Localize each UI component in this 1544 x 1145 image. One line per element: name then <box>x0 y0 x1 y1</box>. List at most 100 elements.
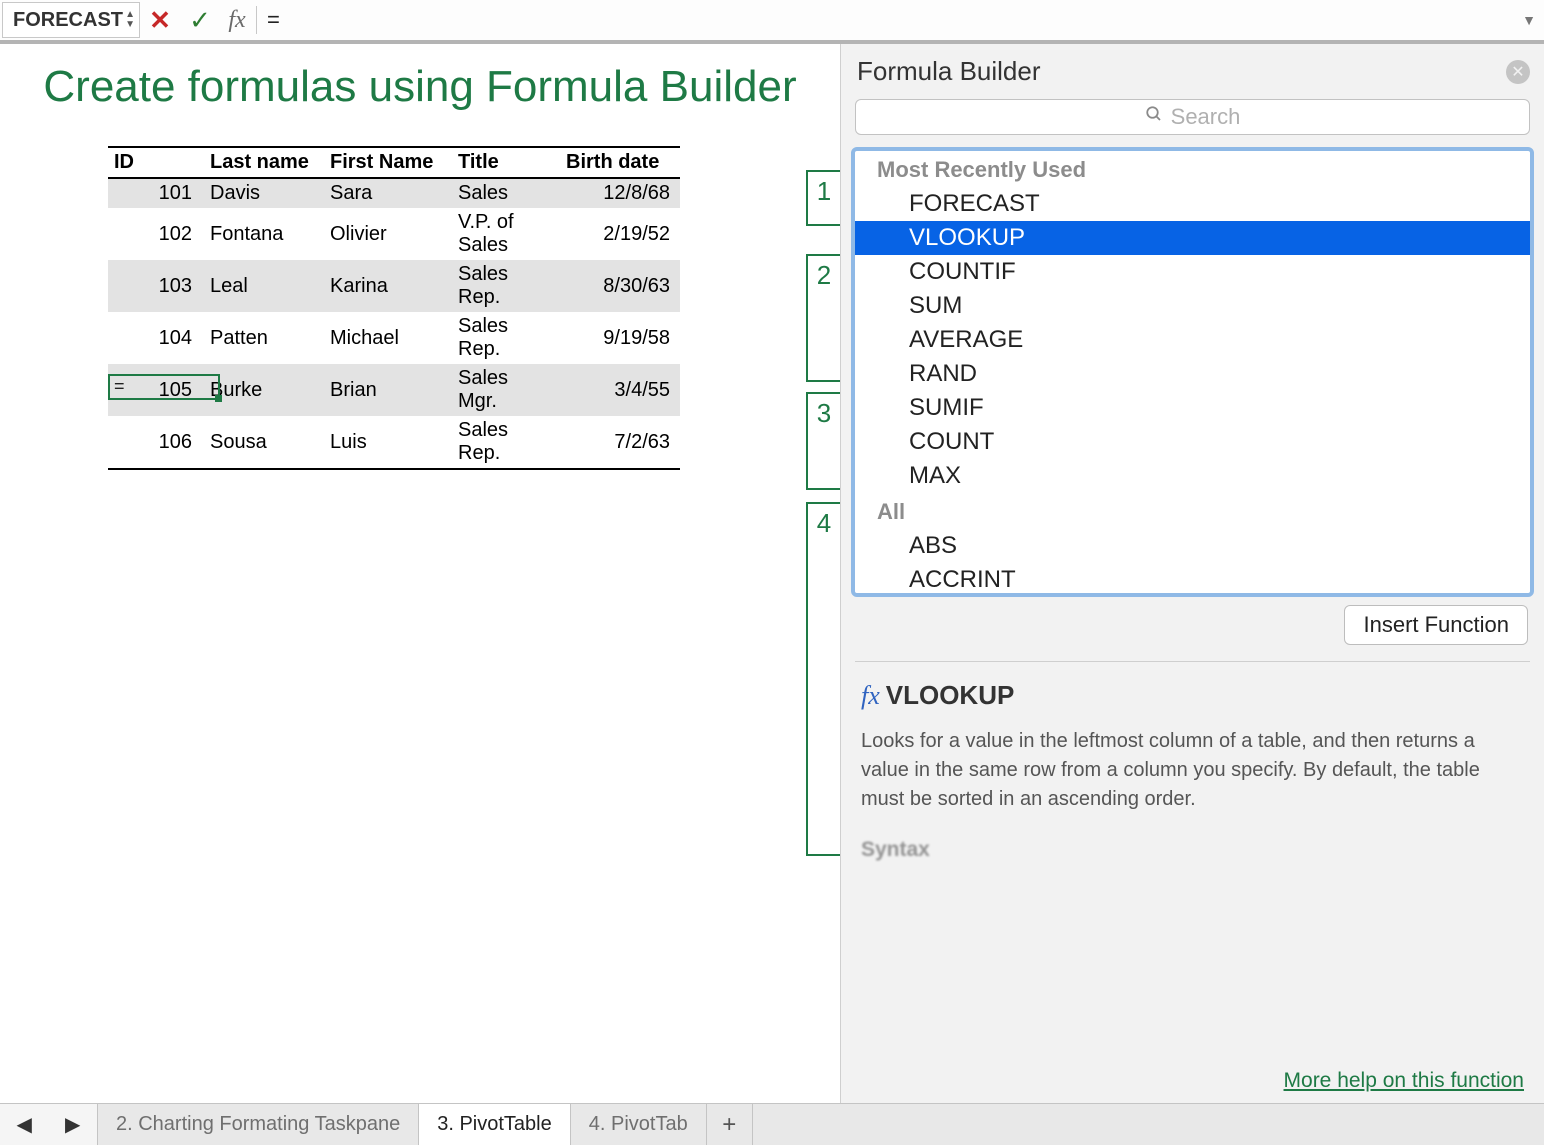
name-box[interactable]: FORECAST ▲ ▼ <box>2 2 140 38</box>
cell-title[interactable]: Sales Rep. <box>452 260 560 312</box>
table-row[interactable]: 104PattenMichaelSales Rep.9/19/58 <box>108 312 680 364</box>
cell-id[interactable]: 106 <box>108 416 204 469</box>
function-item[interactable]: VLOOKUP <box>855 221 1530 255</box>
cell-title[interactable]: Sales Rep. <box>452 416 560 469</box>
function-item[interactable]: ABS <box>855 529 1530 563</box>
enter-button[interactable]: ✓ <box>180 5 220 36</box>
step-box-3[interactable]: 3 <box>806 392 840 490</box>
function-item[interactable]: SUMIF <box>855 391 1530 425</box>
table-row[interactable]: 106SousaLuisSales Rep.7/2/63 <box>108 416 680 469</box>
cell-id[interactable]: 102 <box>108 208 204 260</box>
help-description: Looks for a value in the leftmost column… <box>861 727 1524 814</box>
content: Create formulas using Formula Builder ID… <box>0 44 1544 1103</box>
function-item[interactable]: AVERAGE <box>855 323 1530 357</box>
panel-close-button[interactable]: ✕ <box>1506 60 1530 84</box>
formula-builder-panel: Formula Builder ✕ Search Most Recently U… <box>840 44 1544 1103</box>
close-icon: ✕ <box>149 5 171 36</box>
cell-title[interactable]: Sales Rep. <box>452 312 560 364</box>
function-item[interactable]: FORECAST <box>855 187 1530 221</box>
function-item[interactable]: RAND <box>855 357 1530 391</box>
cell-title[interactable]: Sales Mgr. <box>452 364 560 416</box>
check-icon: ✓ <box>189 5 211 36</box>
formula-input[interactable] <box>263 7 1514 33</box>
cell-birth[interactable]: 8/30/63 <box>560 260 680 312</box>
sheet-tab[interactable]: 4. PivotTab <box>571 1104 707 1145</box>
cell-birth[interactable]: 3/4/55 <box>560 364 680 416</box>
table-row[interactable]: 101DavisSaraSales12/8/68 <box>108 178 680 208</box>
cell-first[interactable]: Brian <box>324 364 452 416</box>
panel-title: Formula Builder <box>857 56 1041 87</box>
function-item[interactable]: MAX <box>855 459 1530 493</box>
function-item[interactable]: ACCRINT <box>855 563 1530 593</box>
formula-bar: FORECAST ▲ ▼ ✕ ✓ fx ▼ <box>0 0 1544 44</box>
more-help-link[interactable]: More help on this function <box>1284 1069 1524 1093</box>
cell-id[interactable]: 103 <box>108 260 204 312</box>
name-box-text: FORECAST <box>3 9 125 32</box>
divider <box>256 6 257 34</box>
cell-first[interactable]: Sara <box>324 178 452 208</box>
formula-bar-expand[interactable]: ▼ <box>1514 12 1544 28</box>
cell-last[interactable]: Patten <box>204 312 324 364</box>
cell-last[interactable]: Leal <box>204 260 324 312</box>
caret-down-icon: ▼ <box>125 20 135 30</box>
tab-next-button[interactable]: ▶ <box>65 1112 80 1137</box>
function-help: fxVLOOKUP Looks for a value in the leftm… <box>841 662 1544 1103</box>
cell-title[interactable]: V.P. of Sales <box>452 208 560 260</box>
search-placeholder: Search <box>1171 104 1241 130</box>
cell-birth[interactable]: 7/2/63 <box>560 416 680 469</box>
step-box-4[interactable]: 4 <box>806 502 840 856</box>
spreadsheet-area[interactable]: Create formulas using Formula Builder ID… <box>0 44 840 1103</box>
tab-prev-button[interactable]: ◀ <box>17 1112 32 1137</box>
step-box-1[interactable]: 1 <box>806 170 840 226</box>
data-table: ID Last name First Name Title Birth date… <box>108 146 680 470</box>
cancel-button[interactable]: ✕ <box>140 5 180 36</box>
name-box-stepper[interactable]: ▲ ▼ <box>125 10 139 30</box>
sheet-tab[interactable]: 3. PivotTable <box>419 1104 571 1145</box>
col-header-first[interactable]: First Name <box>324 147 452 178</box>
page-title: Create formulas using Formula Builder <box>0 62 840 112</box>
fx-button[interactable]: fx <box>220 7 254 34</box>
active-cell[interactable]: = <box>108 374 220 400</box>
function-item[interactable]: COUNTIF <box>855 255 1530 289</box>
cell-birth[interactable]: 12/8/68 <box>560 178 680 208</box>
step-box-2[interactable]: 2 <box>806 254 840 382</box>
cell-title[interactable]: Sales <box>452 178 560 208</box>
cell-id[interactable]: 104 <box>108 312 204 364</box>
table-row[interactable]: 103LealKarinaSales Rep.8/30/63 <box>108 260 680 312</box>
function-item[interactable]: SUM <box>855 289 1530 323</box>
cell-birth[interactable]: 2/19/52 <box>560 208 680 260</box>
cell-id[interactable]: 101 <box>108 178 204 208</box>
sheet-tab-strip: ◀ ▶ 2. Charting Formating Taskpane3. Piv… <box>0 1103 1544 1145</box>
tab-nav: ◀ ▶ <box>0 1104 98 1145</box>
cell-first[interactable]: Olivier <box>324 208 452 260</box>
col-header-last[interactable]: Last name <box>204 147 324 178</box>
add-sheet-button[interactable]: + <box>707 1104 753 1145</box>
cell-first[interactable]: Luis <box>324 416 452 469</box>
fx-icon: fx <box>228 7 245 34</box>
cell-last[interactable]: Davis <box>204 178 324 208</box>
search-input[interactable]: Search <box>855 99 1530 135</box>
table-header-row: ID Last name First Name Title Birth date <box>108 147 680 178</box>
cell-last[interactable]: Burke <box>204 364 324 416</box>
function-list-scroll[interactable]: Most Recently UsedFORECASTVLOOKUPCOUNTIF… <box>855 151 1530 593</box>
search-icon <box>1145 105 1163 129</box>
function-group-header: Most Recently Used <box>855 151 1530 187</box>
col-header-title[interactable]: Title <box>452 147 560 178</box>
insert-function-button[interactable]: Insert Function <box>1344 605 1528 645</box>
function-item[interactable]: COUNT <box>855 425 1530 459</box>
cell-last[interactable]: Fontana <box>204 208 324 260</box>
cell-first[interactable]: Michael <box>324 312 452 364</box>
close-icon: ✕ <box>1511 62 1524 82</box>
cell-last[interactable]: Sousa <box>204 416 324 469</box>
col-header-birth[interactable]: Birth date <box>560 147 680 178</box>
col-header-id[interactable]: ID <box>108 147 204 178</box>
function-group-header: All <box>855 493 1530 529</box>
plus-icon: + <box>722 1111 736 1139</box>
chevron-down-icon: ▼ <box>1522 12 1536 28</box>
sheet-tab[interactable]: 2. Charting Formating Taskpane <box>98 1104 419 1145</box>
panel-header: Formula Builder ✕ <box>841 44 1544 91</box>
help-function-name: fxVLOOKUP <box>861 680 1524 711</box>
cell-birth[interactable]: 9/19/58 <box>560 312 680 364</box>
cell-first[interactable]: Karina <box>324 260 452 312</box>
table-row[interactable]: 102FontanaOlivierV.P. of Sales2/19/52 <box>108 208 680 260</box>
